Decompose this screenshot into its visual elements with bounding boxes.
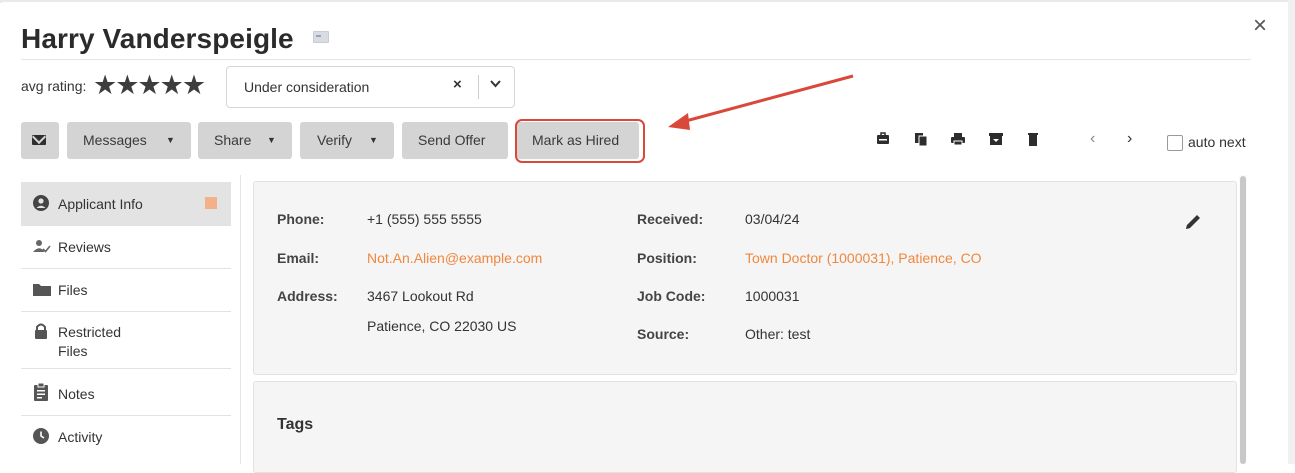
received-label: Received:: [637, 211, 704, 227]
sidebar-item-notes[interactable]: Notes: [21, 368, 231, 416]
sidebar-item-restricted-files[interactable]: Restricted Files: [21, 311, 231, 369]
copy-icon[interactable]: [914, 132, 928, 147]
email-label: Email:: [277, 250, 320, 266]
previous-arrow-icon[interactable]: ‹: [1090, 130, 1095, 148]
sidebar-divider: [240, 175, 241, 464]
source-value: Other: test: [745, 326, 811, 342]
verify-button[interactable]: Verify ▼: [300, 122, 394, 159]
sidebar-item-label: Files: [58, 282, 88, 298]
phone-value: +1 (555) 555 5555: [367, 211, 482, 227]
tags-title: Tags: [277, 416, 314, 433]
address-label: Address:: [277, 288, 338, 304]
next-arrow-icon[interactable]: ›: [1127, 130, 1132, 148]
folder-icon: [33, 281, 51, 297]
sidebar-item-label: Activity: [58, 429, 103, 445]
received-value: 03/04/24: [745, 211, 800, 227]
pencil-svg: [1186, 215, 1200, 229]
clipboard-svg: [34, 382, 48, 401]
lock-icon: [33, 322, 49, 339]
caret-down-icon: ▼: [166, 135, 175, 145]
sidebar-item-reviews[interactable]: Reviews: [21, 225, 231, 269]
chevron-down-svg: [490, 80, 501, 88]
position-label: Position:: [637, 250, 697, 266]
edit-pencil-icon[interactable]: [1184, 213, 1202, 231]
annotation-arrow: [668, 74, 854, 130]
source-label: Source:: [637, 326, 690, 342]
applicant-name: Harry Vanderspeigle: [21, 23, 294, 54]
tags-panel: [253, 381, 1237, 473]
status-indicator: [205, 197, 217, 209]
archive-icon[interactable]: [989, 132, 1003, 146]
messages-button[interactable]: Messages ▼: [67, 122, 191, 159]
sidebar-item-label: Restricted: [58, 324, 122, 340]
address-line2: Patience, CO 22030 US: [367, 318, 517, 334]
trash-svg: [1028, 133, 1038, 146]
messages-label: Messages: [83, 132, 147, 148]
copy-svg: [915, 133, 928, 147]
clock-svg: [33, 428, 49, 444]
archive-svg: [989, 133, 1003, 145]
print-svg: [951, 133, 965, 146]
print-icon[interactable]: [951, 132, 965, 146]
caret-down-icon: ▼: [369, 135, 378, 145]
sidebar-item-label-2: Files: [58, 343, 88, 359]
address-line1: 3467 Lookout Rd: [367, 288, 474, 304]
send-offer-label: Send Offer: [418, 132, 486, 148]
close-icon[interactable]: ×: [1246, 12, 1274, 40]
folder-svg: [33, 284, 51, 296]
email-button[interactable]: [21, 122, 59, 159]
background-right-edge: [1288, 0, 1295, 464]
send-offer-button[interactable]: Send Offer: [402, 122, 508, 159]
scrollbar-thumb[interactable]: [1240, 176, 1246, 464]
briefcase-svg: [877, 132, 889, 144]
auto-next-label: auto next: [1188, 134, 1246, 150]
sidebar-item-label: Reviews: [58, 239, 111, 255]
id-card-icon[interactable]: [313, 31, 329, 43]
caret-down-icon: ▼: [267, 135, 276, 145]
sidebar-item-files[interactable]: Files: [21, 268, 231, 312]
sidebar-item-applicant-info[interactable]: Applicant Info: [21, 182, 231, 226]
person-check-svg: [33, 240, 51, 253]
person-check-icon: [33, 238, 51, 254]
trash-icon[interactable]: [1026, 132, 1040, 146]
share-label: Share: [214, 132, 252, 148]
clipboard-icon: [33, 382, 49, 401]
lock-svg: [35, 323, 47, 339]
sidebar-item-label: Notes: [58, 386, 95, 402]
person-circle-icon: [33, 195, 49, 211]
select-separator: [478, 75, 479, 99]
highlight-box: [515, 119, 645, 163]
chevron-down-icon[interactable]: [489, 77, 502, 93]
job-code-value: 1000031: [745, 288, 800, 304]
sidebar-item-label: Applicant Info: [58, 196, 143, 212]
clear-status-icon[interactable]: ×: [453, 76, 462, 93]
share-button[interactable]: Share ▼: [198, 122, 292, 159]
header-divider: [21, 59, 1251, 60]
briefcase-icon[interactable]: [876, 132, 890, 146]
sidebar-item-activity[interactable]: Activity: [21, 415, 231, 458]
rating-label: avg rating:: [21, 78, 87, 94]
rating-stars[interactable]: ★★★★★: [93, 70, 206, 100]
clock-icon: [33, 428, 49, 444]
status-select[interactable]: Under consideration ×: [226, 66, 515, 108]
job-code-label: Job Code:: [637, 288, 706, 304]
person-circle-svg: [33, 195, 49, 211]
auto-next-checkbox[interactable]: [1167, 135, 1183, 151]
envelope-icon: [32, 135, 46, 145]
status-value: Under consideration: [244, 79, 370, 95]
email-link[interactable]: Not.An.Alien@example.com: [367, 250, 542, 266]
position-link[interactable]: Town Doctor (1000031), Patience, CO: [745, 250, 982, 266]
verify-label: Verify: [317, 132, 353, 148]
phone-label: Phone:: [277, 211, 325, 227]
